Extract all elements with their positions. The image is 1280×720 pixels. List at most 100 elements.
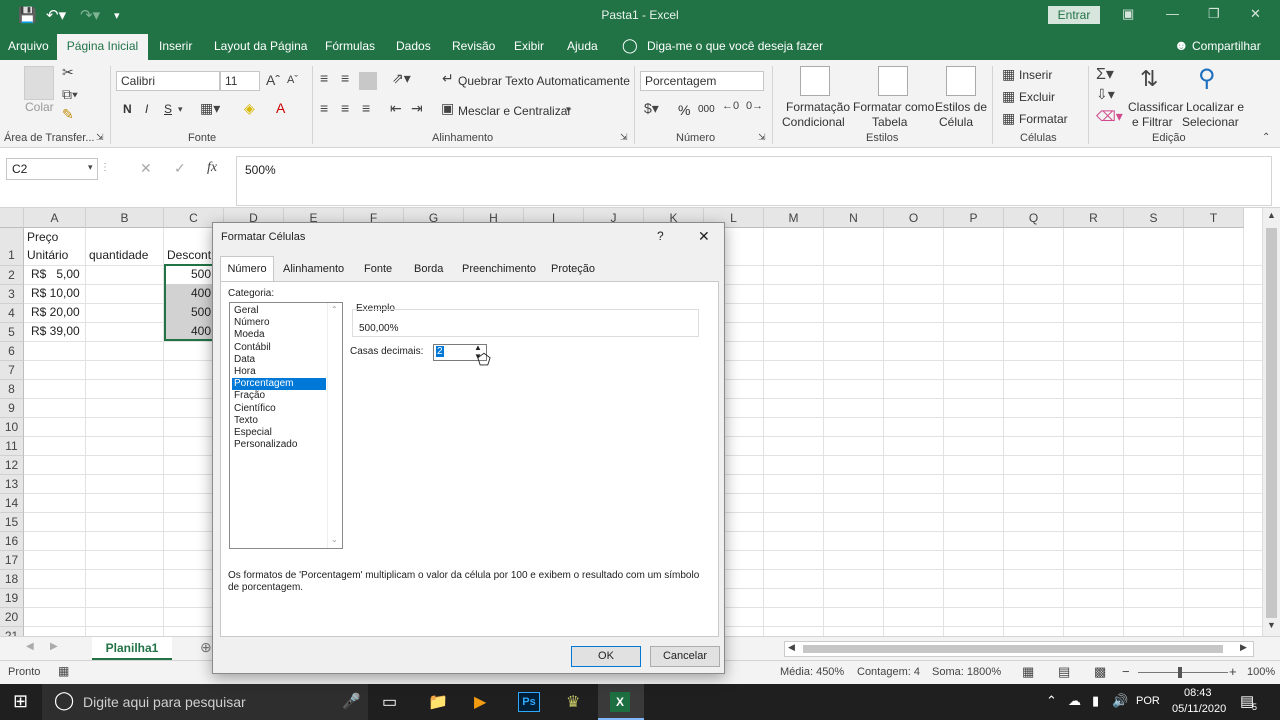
increase-font-icon[interactable]: Aˆ xyxy=(266,72,280,88)
row-header[interactable]: 2 xyxy=(0,266,24,285)
font-name-select[interactable]: Calibri xyxy=(116,71,220,91)
format-table-line2[interactable]: Tabela xyxy=(872,115,907,129)
format-cells-button[interactable]: Formatar xyxy=(1019,112,1068,126)
row-header[interactable]: 1 xyxy=(0,228,24,266)
accounting-icon[interactable]: $▾ xyxy=(644,100,659,117)
underline-button[interactable]: S xyxy=(164,102,172,116)
hscroll-right-icon[interactable]: ▶ xyxy=(1240,642,1247,653)
delete-cells-icon[interactable]: ▦ xyxy=(1002,88,1015,105)
row-header[interactable]: 17 xyxy=(0,551,24,570)
cancel-entry-icon[interactable]: ✕ xyxy=(140,160,152,177)
orientation-icon[interactable]: ⇗▾ xyxy=(392,70,411,87)
row-header[interactable]: 14 xyxy=(0,494,24,513)
align-center-icon[interactable]: ≡ xyxy=(341,100,349,116)
close-icon[interactable]: ✕ xyxy=(1250,6,1261,22)
fill-color-icon[interactable]: ◈ xyxy=(244,100,255,117)
align-bottom-icon[interactable] xyxy=(359,72,377,90)
tab-formulas[interactable]: Fórmulas xyxy=(325,39,375,53)
number-format-select[interactable]: Porcentagem xyxy=(640,71,764,91)
network-icon[interactable]: ☁ xyxy=(1068,693,1081,709)
category-item[interactable]: Especial xyxy=(232,427,326,439)
language-indicator[interactable]: POR xyxy=(1136,695,1160,707)
category-item[interactable]: Geral xyxy=(232,305,326,317)
delete-cells-button[interactable]: Excluir xyxy=(1019,90,1055,104)
row-header[interactable]: 4 xyxy=(0,304,24,323)
page-layout-view-icon[interactable]: ▤ xyxy=(1058,664,1070,680)
category-scrollbar[interactable]: ⌃ ⌄ xyxy=(327,303,342,548)
merge-center-button[interactable]: Mesclar e Centralizar xyxy=(458,104,571,118)
category-item[interactable]: Fração xyxy=(232,390,326,402)
dialog-tab-fonte[interactable]: Fonte xyxy=(364,263,392,275)
help-icon[interactable]: ? xyxy=(657,229,664,243)
cell-a4[interactable]: R$ 20,00 xyxy=(31,303,80,321)
bold-button[interactable]: N xyxy=(123,102,132,116)
tab-arquivo[interactable]: Arquivo xyxy=(8,39,49,53)
dialog-tab-preenchimento[interactable]: Preenchimento xyxy=(462,263,536,275)
vertical-scrollbar[interactable]: ▲ ▼ xyxy=(1262,208,1280,636)
cut-icon[interactable]: ✂ xyxy=(62,64,74,81)
row-header[interactable]: 6 xyxy=(0,342,24,361)
row-header[interactable]: 15 xyxy=(0,513,24,532)
row-header[interactable]: 7 xyxy=(0,361,24,380)
cell-a2[interactable]: R$ 5,00 xyxy=(31,265,80,283)
paste-button[interactable]: Colar xyxy=(25,100,54,114)
increase-indent-icon[interactable]: ⇥ xyxy=(411,100,423,117)
paste-icon[interactable] xyxy=(24,66,54,100)
column-header[interactable]: P xyxy=(944,208,1004,228)
cell-b1[interactable]: quantidade xyxy=(89,246,148,264)
signin-button[interactable]: Entrar xyxy=(1048,6,1100,24)
align-top-icon[interactable]: ≡ xyxy=(320,70,328,86)
row-header[interactable]: 18 xyxy=(0,570,24,589)
decrease-font-icon[interactable]: Aˇ xyxy=(287,74,298,86)
formula-input[interactable]: 500% xyxy=(236,156,1272,206)
increase-decimal-icon[interactable]: ←0 xyxy=(722,100,739,112)
alignment-launcher-icon[interactable]: ⇲ xyxy=(620,132,628,143)
row-header[interactable]: 20 xyxy=(0,608,24,627)
borders-icon[interactable]: ▦▾ xyxy=(200,100,220,117)
app-icon[interactable]: ♛ xyxy=(566,692,580,712)
category-item[interactable]: Moeda xyxy=(232,329,326,341)
category-item[interactable]: Contábil xyxy=(232,342,326,354)
zoom-slider-thumb[interactable] xyxy=(1178,667,1182,678)
row-header[interactable]: 19 xyxy=(0,589,24,608)
zoom-level[interactable]: 100% xyxy=(1247,666,1275,678)
battery-icon[interactable]: ▮ xyxy=(1092,693,1099,709)
fill-icon[interactable]: ⇩▾ xyxy=(1096,86,1115,103)
row-header[interactable]: 5 xyxy=(0,323,24,342)
category-item[interactable]: Data xyxy=(232,354,326,366)
category-item[interactable]: Número xyxy=(232,317,326,329)
dialog-tab-protecao[interactable]: Proteção xyxy=(551,263,595,275)
column-header[interactable]: R xyxy=(1064,208,1124,228)
taskbar-search-box[interactable]: ◯ Digite aqui para pesquisar 🎤 xyxy=(42,684,368,720)
scroll-thumb[interactable] xyxy=(1266,228,1277,618)
horizontal-scrollbar[interactable]: ◀ ▶ xyxy=(784,641,1254,657)
cell-a5[interactable]: R$ 39,00 xyxy=(31,322,80,340)
volume-icon[interactable]: 🔊 xyxy=(1112,693,1128,709)
row-header[interactable]: 12 xyxy=(0,456,24,475)
cell-c4[interactable]: 500 xyxy=(191,303,211,321)
underline-dropdown-icon[interactable]: ▾ xyxy=(178,104,183,115)
insert-cells-icon[interactable]: ▦ xyxy=(1002,66,1015,83)
share-button[interactable]: Compartilhar xyxy=(1192,39,1261,53)
cell-styles-line2[interactable]: Célula xyxy=(939,115,973,129)
cell-c2[interactable]: 500 xyxy=(191,265,211,283)
column-header[interactable]: M xyxy=(764,208,824,228)
zoom-out-icon[interactable]: − xyxy=(1122,664,1130,679)
collapse-ribbon-icon[interactable]: ⌃ xyxy=(1262,132,1270,143)
task-view-icon[interactable]: ▭ xyxy=(382,692,397,712)
cell-c1[interactable]: Descont xyxy=(167,246,215,264)
macro-record-icon[interactable]: ▦ xyxy=(58,664,69,678)
percent-button[interactable]: % xyxy=(678,102,690,118)
align-right-icon[interactable]: ≡ xyxy=(362,100,370,116)
italic-button[interactable]: I xyxy=(145,102,148,116)
cell-a1-line1[interactable]: Preço xyxy=(27,228,58,246)
cell-a1-line2[interactable]: Unitário xyxy=(27,246,68,264)
scroll-up-icon[interactable]: ▲ xyxy=(1267,210,1276,220)
normal-view-icon[interactable]: ▦ xyxy=(1022,664,1034,680)
clipboard-launcher-icon[interactable]: ⇲ xyxy=(96,132,104,143)
column-header[interactable]: T xyxy=(1184,208,1244,228)
page-break-view-icon[interactable]: ▩ xyxy=(1094,664,1106,680)
dialog-tab-borda[interactable]: Borda xyxy=(414,263,443,275)
tab-exibir[interactable]: Exibir xyxy=(514,39,544,53)
decimal-places-input[interactable]: 2 xyxy=(436,346,444,357)
